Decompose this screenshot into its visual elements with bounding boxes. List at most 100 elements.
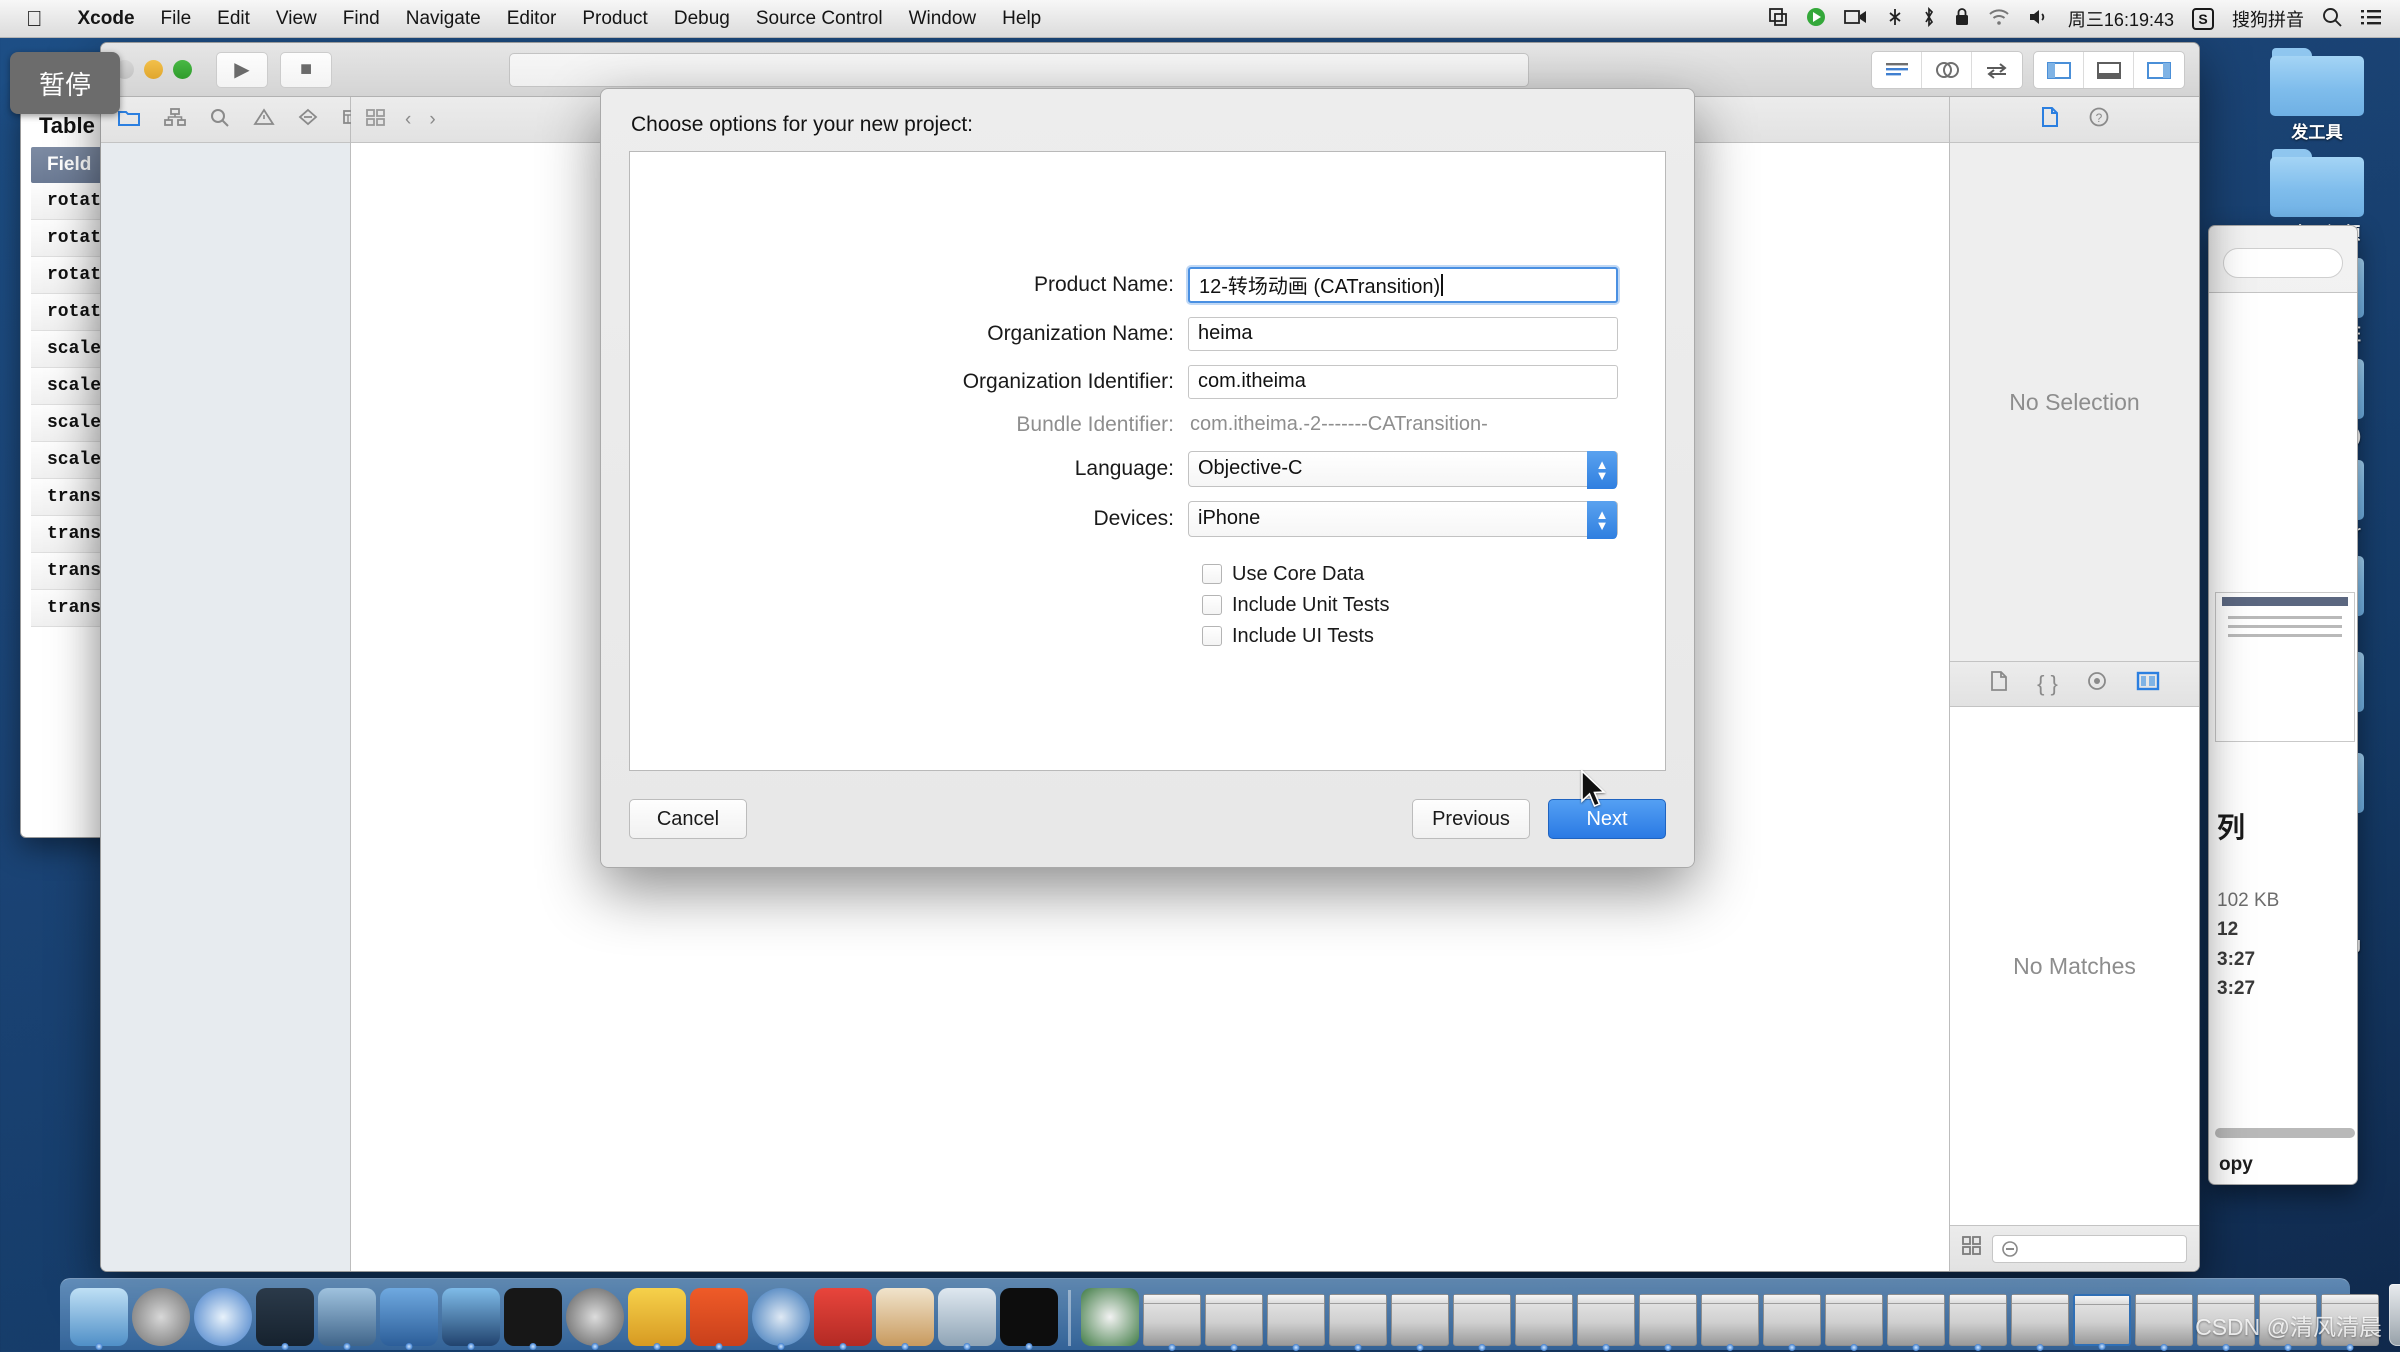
editor-mode-segmented-control[interactable] (1871, 50, 2023, 89)
dock-window-item[interactable] (1143, 1294, 1201, 1351)
product-name-input[interactable]: 12-转场动画 (CATransition) (1188, 266, 1618, 303)
use-core-data-checkbox[interactable] (1202, 564, 1222, 584)
dock-window-item[interactable] (2135, 1294, 2193, 1351)
language-popup-button[interactable]: Objective-C ▲ ▼ (1188, 450, 1618, 489)
menu-find[interactable]: Find (330, 0, 393, 38)
dock-item-finder[interactable] (70, 1288, 128, 1350)
menu-edit[interactable]: Edit (204, 0, 263, 38)
include-unit-tests-checkbox[interactable] (1202, 595, 1222, 615)
menu-debug[interactable]: Debug (661, 0, 743, 38)
dock-item-system-preferences[interactable] (566, 1288, 624, 1350)
grid-view-icon[interactable] (1962, 1236, 1982, 1261)
forward-chevron-icon[interactable]: › (429, 109, 435, 131)
dock-item-xcode[interactable] (442, 1288, 500, 1350)
devices-popup-button[interactable]: iPhone ▲ ▼ (1188, 500, 1618, 539)
previous-button[interactable]: Previous (1412, 799, 1530, 839)
cancel-button[interactable]: Cancel (629, 799, 747, 839)
media-library-icon[interactable] (2136, 671, 2160, 697)
devices-stepper-icon[interactable]: ▲ ▼ (1587, 500, 1617, 539)
dock-window-item[interactable] (1639, 1294, 1697, 1351)
dock-item-photos[interactable] (318, 1288, 376, 1350)
library-filter-input[interactable] (1992, 1234, 2187, 1263)
file-inspector-icon[interactable] (2040, 106, 2060, 134)
dock-item-sketch[interactable] (628, 1288, 686, 1350)
pause-badge[interactable]: 暂停 (10, 52, 120, 114)
wifi-icon[interactable] (1988, 8, 2010, 29)
menu-window[interactable]: Window (896, 0, 990, 38)
apple-icon[interactable]:  (26, 6, 43, 32)
issue-navigator-icon[interactable] (253, 107, 275, 133)
dock-window-item[interactable] (1391, 1294, 1449, 1351)
dock-window-item[interactable] (1701, 1294, 1759, 1351)
organization-identifier-input[interactable]: com.itheima (1188, 364, 1618, 399)
volume-icon[interactable] (2028, 8, 2050, 29)
menu-editor[interactable]: Editor (494, 0, 570, 38)
menu-source-control[interactable]: Source Control (743, 0, 896, 38)
assistant-editor-icon[interactable] (1922, 51, 1972, 88)
navigator-toggle-icon[interactable] (2034, 51, 2084, 88)
symbol-navigator-icon[interactable] (209, 107, 231, 133)
code-snippet-library-icon[interactable]: { } (2037, 671, 2058, 697)
dock-item-xcode-beta[interactable] (380, 1288, 438, 1350)
dock-item-terminal[interactable] (1000, 1288, 1058, 1350)
dock-window-item[interactable] (1949, 1294, 2007, 1351)
input-method-badge[interactable]: S (2192, 7, 2214, 30)
bluetooth-icon[interactable] (1922, 6, 1936, 30)
dock-window-item[interactable] (1453, 1294, 1511, 1351)
view-toggle-segmented-control[interactable] (2033, 50, 2185, 89)
window-traffic-lights[interactable] (115, 60, 192, 79)
lock-icon[interactable] (1954, 7, 1970, 30)
dock-window-item[interactable] (1887, 1294, 1945, 1351)
dock-window-item[interactable] (1577, 1294, 1635, 1351)
zoom-button[interactable] (173, 60, 192, 79)
dock-item-pdf-app[interactable] (690, 1288, 748, 1350)
search-icon[interactable] (2322, 7, 2342, 30)
trash-icon[interactable] (2389, 1284, 2400, 1346)
dock-window-item[interactable] (1205, 1294, 1263, 1351)
dock-item-quicktime[interactable] (752, 1288, 810, 1350)
screen-record-icon[interactable] (1806, 7, 1826, 30)
airplay-icon[interactable] (1768, 7, 1788, 30)
camera-icon[interactable] (1844, 8, 1868, 29)
dock-item-chrome[interactable] (1081, 1288, 1139, 1346)
bluetooth-tether-icon[interactable] (1886, 7, 1904, 30)
run-button[interactable]: ▶ (216, 51, 268, 88)
version-editor-icon[interactable] (1972, 52, 2022, 88)
dock-item-launchpad[interactable] (132, 1288, 190, 1346)
notification-center-icon[interactable] (2360, 8, 2382, 29)
menu-xcode[interactable]: Xcode (65, 0, 148, 38)
dock-window-item-active[interactable] (2073, 1294, 2131, 1350)
input-method-label[interactable]: 搜狗拼音 (2232, 6, 2304, 32)
background-finder-window[interactable]: 列 102 KB 12 3:27 3:27 opy (2208, 225, 2358, 1185)
project-navigator-icon[interactable] (117, 107, 141, 133)
organization-name-input[interactable]: heima (1188, 316, 1618, 351)
checkbox-row-ui-tests[interactable]: Include UI Tests (1188, 625, 1665, 648)
dock-window-item[interactable] (1825, 1294, 1883, 1351)
object-library-icon[interactable] (2086, 670, 2108, 698)
quick-help-inspector-icon[interactable]: ? (2088, 106, 2110, 134)
stop-button[interactable]: ■ (280, 51, 332, 88)
desktop-icon[interactable]: 发工具 (2242, 48, 2392, 145)
language-stepper-icon[interactable]: ▲ ▼ (1587, 450, 1617, 489)
finder-scrollbar[interactable] (2215, 1128, 2355, 1138)
checkbox-row-unit-tests[interactable]: Include Unit Tests (1188, 594, 1665, 617)
dock-item-preview[interactable] (938, 1288, 996, 1350)
dock-window-item[interactable] (1515, 1294, 1573, 1351)
related-items-icon[interactable] (365, 107, 387, 133)
source-control-navigator-icon[interactable] (163, 107, 187, 133)
menu-product[interactable]: Product (569, 0, 660, 38)
dock-item-vmware-fusion[interactable] (814, 1288, 872, 1350)
checkbox-row-core-data[interactable]: Use Core Data (1188, 563, 1665, 586)
menu-file[interactable]: File (148, 0, 205, 38)
file-template-library-icon[interactable] (1989, 670, 2009, 698)
test-navigator-icon[interactable] (297, 107, 319, 133)
dock-window-item[interactable] (1267, 1294, 1325, 1351)
include-ui-tests-checkbox[interactable] (1202, 626, 1222, 646)
dock-window-item[interactable] (2011, 1294, 2069, 1351)
back-chevron-icon[interactable]: ‹ (405, 109, 411, 131)
dock-window-item[interactable] (1763, 1294, 1821, 1351)
utilities-toggle-icon[interactable] (2134, 52, 2184, 88)
dock-item-terminal-dark[interactable] (504, 1288, 562, 1350)
dock-item-mouse-app[interactable] (256, 1288, 314, 1350)
menu-bar-clock[interactable]: 周三16:19:43 (2068, 6, 2174, 32)
